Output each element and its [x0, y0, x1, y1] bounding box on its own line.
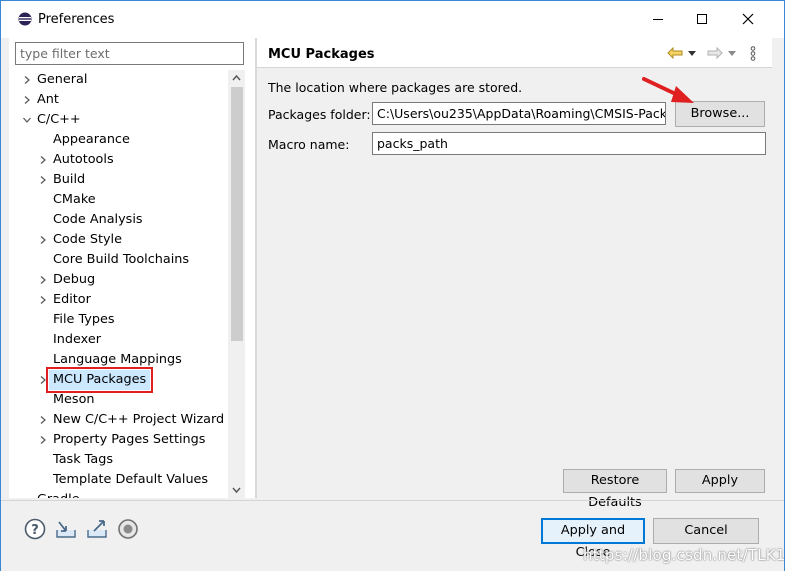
maximize-button[interactable] [692, 9, 712, 29]
packages-folder-field[interactable]: C:\Users\ou235\AppData\Roaming\CMSIS-Pac… [372, 102, 666, 125]
oomph-icon[interactable] [117, 518, 139, 540]
page-title: MCU Packages [268, 47, 375, 62]
tree-item-label: MCU Packages [45, 367, 154, 393]
tree-scrollbar[interactable] [228, 70, 245, 498]
preference-tree-panel: General Ant C/C++ Appearance Autotools Build C… [9, 38, 255, 498]
export-icon[interactable] [86, 518, 108, 540]
tree-item[interactable]: Gradle [9, 490, 229, 498]
packages-folder-label: Packages folder: [268, 107, 371, 122]
apply-and-close-button[interactable]: Apply and Close [541, 518, 645, 560]
title-bar[interactable]: Preferences [1, 1, 784, 38]
minimize-icon [653, 19, 663, 20]
tree-item-label: New C/C++ Project Wizard [53, 412, 225, 427]
tree-item[interactable]: Autotools [9, 150, 229, 170]
filter-input[interactable] [15, 42, 244, 65]
back-dropdown-icon[interactable] [688, 51, 696, 56]
back-arrow-icon[interactable] [667, 47, 683, 59]
tree-item-label: Core Build Toolchains [53, 252, 190, 267]
window-title: Preferences [38, 12, 115, 27]
collapsed-chevron-icon[interactable] [23, 76, 31, 84]
tree-item-label: Indexer [53, 332, 101, 347]
tree-item-label: Editor [53, 292, 91, 307]
preferences-window: Preferences General Ant C/C++ Appearance Aut… [0, 0, 785, 571]
tree-item-label: Build [53, 172, 86, 187]
help-icon[interactable]: ? [24, 518, 46, 540]
tree-item-label: Template Default Values [53, 472, 209, 487]
svg-text:?: ? [31, 523, 39, 538]
forward-dropdown-icon[interactable] [728, 51, 736, 56]
tree-item[interactable]: Ant [9, 90, 229, 110]
tree-item[interactable]: File Types [9, 310, 229, 330]
macro-name-field[interactable]: packs_path [372, 132, 766, 155]
annotation-arrow [642, 77, 694, 103]
scroll-thumb[interactable] [231, 87, 243, 341]
tree-item[interactable]: Meson [9, 390, 229, 410]
tree-item[interactable]: Appearance [9, 130, 229, 150]
tree-item-label: Property Pages Settings [53, 432, 206, 447]
collapsed-chevron-icon[interactable] [39, 416, 47, 424]
page-header: MCU Packages [257, 38, 772, 68]
tree-item[interactable]: Property Pages Settings [9, 430, 229, 450]
macro-name-label: Macro name: [268, 137, 350, 152]
watermark-text: https://blog.csdn.net/TLK17 [583, 546, 785, 564]
collapsed-chevron-icon[interactable] [39, 276, 47, 284]
cancel-button[interactable]: Cancel [653, 518, 759, 544]
background-strip [1, 500, 9, 530]
tree-item[interactable]: C/C++ [9, 110, 229, 130]
tree-item[interactable]: Code Style [9, 230, 229, 250]
tree-item-label: Ant [37, 92, 59, 107]
tree-item-label: General [37, 72, 88, 87]
import-icon[interactable] [55, 518, 77, 540]
tree-item[interactable]: Code Analysis [9, 210, 229, 230]
tree-item-label: Gradle [37, 490, 80, 498]
preference-tree[interactable]: General Ant C/C++ Appearance Autotools Build C… [9, 68, 229, 498]
tree-item-label: File Types [53, 312, 115, 327]
tree-item[interactable]: Task Tags [9, 450, 229, 470]
collapsed-chevron-icon[interactable] [39, 436, 47, 444]
tree-item[interactable]: MCU Packages [9, 367, 229, 393]
tree-item[interactable]: Editor [9, 290, 229, 310]
minimize-button[interactable] [648, 9, 668, 29]
preference-page: MCU Packages The location where packages… [257, 38, 772, 510]
eclipse-icon [18, 12, 32, 26]
tree-item-label: Meson [53, 392, 95, 407]
collapsed-chevron-icon[interactable] [39, 236, 47, 244]
forward-arrow-icon [707, 47, 723, 59]
tree-item[interactable]: Template Default Values [9, 470, 229, 490]
tree-item-label: Code Style [53, 232, 122, 247]
tree-item[interactable]: Core Build Toolchains [9, 250, 229, 270]
tree-item-label: C/C++ [37, 112, 81, 127]
collapsed-chevron-icon[interactable] [39, 156, 47, 164]
tree-item[interactable]: Indexer [9, 330, 229, 350]
tree-item-label: Language Mappings [53, 352, 182, 367]
expanded-chevron-icon[interactable] [23, 116, 31, 124]
restore-defaults-button[interactable]: Restore Defaults [563, 469, 667, 510]
tree-item[interactable]: Build [9, 170, 229, 190]
tree-item-label: Task Tags [53, 452, 114, 467]
close-icon [742, 13, 754, 25]
tree-item-label: Appearance [53, 132, 130, 147]
tree-item[interactable]: Debug [9, 270, 229, 290]
scroll-up-icon[interactable] [232, 74, 241, 82]
dialog-content: General Ant C/C++ Appearance Autotools Build C… [1, 38, 784, 571]
tree-item[interactable]: New C/C++ Project Wizard [9, 410, 229, 430]
collapsed-chevron-icon[interactable] [39, 296, 47, 304]
tree-item[interactable]: General [9, 70, 229, 90]
tree-item[interactable]: CMake [9, 190, 229, 210]
close-button[interactable] [738, 9, 758, 29]
tree-item-label: Code Analysis [53, 212, 143, 227]
maximize-icon [697, 14, 707, 24]
tree-item-label: Autotools [53, 152, 114, 167]
tree-item[interactable]: Language Mappings [9, 350, 229, 370]
apply-button[interactable]: Apply [675, 469, 765, 493]
collapsed-chevron-icon[interactable] [39, 176, 47, 184]
page-description: The location where packages are stored. [268, 80, 523, 95]
scroll-down-icon[interactable] [232, 486, 241, 494]
tree-item-label: Debug [53, 272, 96, 287]
view-menu-icon[interactable] [750, 46, 756, 61]
collapsed-chevron-icon[interactable] [39, 376, 47, 384]
tree-item-label: CMake [53, 192, 96, 207]
button-bar-separator [1, 500, 784, 501]
collapsed-chevron-icon[interactable] [23, 96, 31, 104]
